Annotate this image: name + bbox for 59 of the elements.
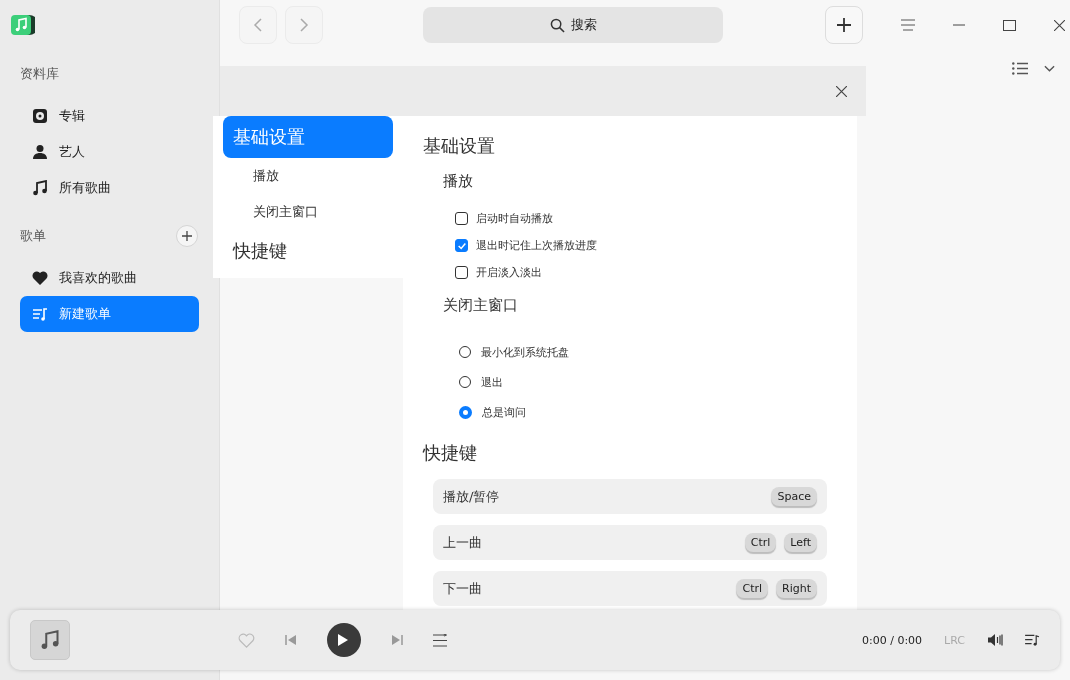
option-label: 启动时自动播放	[476, 211, 553, 226]
option-label: 退出	[481, 374, 503, 390]
checkbox[interactable]	[455, 239, 468, 252]
sidebar-item[interactable]: 艺人	[20, 134, 199, 170]
sidebar-item[interactable]: 专辑	[20, 98, 199, 134]
search-icon	[549, 17, 565, 33]
key-chip[interactable]: Ctrl	[736, 579, 769, 598]
add-button[interactable]	[825, 6, 863, 44]
key-chip[interactable]: Right	[776, 579, 817, 598]
key-chip[interactable]: Ctrl	[744, 533, 777, 552]
playlist-icon[interactable]	[1025, 634, 1040, 646]
plus-icon	[837, 18, 851, 32]
settings-nav-subitem[interactable]: 关闭主窗口	[223, 194, 393, 230]
key-chip[interactable]: Space	[771, 487, 817, 506]
close-icon[interactable]	[836, 85, 847, 97]
shortcut-action: 上一曲	[443, 533, 482, 552]
option-label: 开启淡入淡出	[476, 265, 542, 280]
checkbox[interactable]	[455, 212, 468, 225]
settings-nav-subitem[interactable]: 播放	[223, 158, 393, 194]
checkbox[interactable]	[455, 266, 468, 279]
close-icon[interactable]	[1054, 19, 1065, 31]
settings-nav-item[interactable]: 快捷键	[223, 230, 393, 272]
maximize-icon[interactable]	[1003, 19, 1016, 31]
option-label: 最小化到系统托盘	[481, 344, 569, 360]
app-logo-icon	[11, 14, 35, 36]
radio-button[interactable]	[459, 405, 472, 419]
search-button[interactable]: 搜索	[423, 7, 723, 43]
section-title: 歌单	[20, 227, 46, 245]
chevron-left-icon	[253, 17, 263, 33]
option-label: 退出时记住上次播放进度	[476, 238, 597, 253]
volume-icon[interactable]	[987, 633, 1003, 647]
queue-icon[interactable]	[433, 633, 447, 647]
option-label: 总是询问	[482, 404, 526, 420]
chevron-down-icon[interactable]	[1044, 65, 1055, 72]
sidebar-item[interactable]: 我喜欢的歌曲	[20, 260, 199, 296]
heart-icon	[32, 270, 48, 286]
add-playlist-button[interactable]	[176, 225, 198, 247]
list-view-icon[interactable]	[1012, 62, 1028, 75]
shortcut-action: 下一曲	[443, 579, 482, 598]
playback-time: 0:00 / 0:00	[862, 633, 923, 647]
shortcut-action: 播放/暂停	[443, 487, 500, 506]
music-note-icon	[32, 180, 48, 196]
group-heading: 播放	[443, 172, 474, 191]
album-cover-button[interactable]	[30, 620, 70, 660]
sidebar-item[interactable]: 所有歌曲	[20, 170, 199, 206]
playlist-icon	[32, 306, 48, 322]
plus-icon	[181, 230, 193, 242]
play-button[interactable]	[327, 623, 361, 657]
sidebar-item[interactable]: 新建歌单	[20, 296, 199, 332]
section-heading: 基础设置	[423, 134, 496, 158]
play-icon	[337, 633, 349, 647]
chevron-right-icon	[299, 17, 309, 33]
music-note-icon	[40, 630, 60, 650]
person-icon	[32, 144, 48, 160]
settings-nav-item[interactable]: 基础设置	[223, 116, 393, 158]
section-title: 资料库	[20, 65, 59, 83]
section-heading: 快捷键	[423, 441, 478, 465]
key-chip[interactable]: Left	[784, 533, 817, 552]
group-heading: 关闭主窗口	[443, 296, 519, 315]
